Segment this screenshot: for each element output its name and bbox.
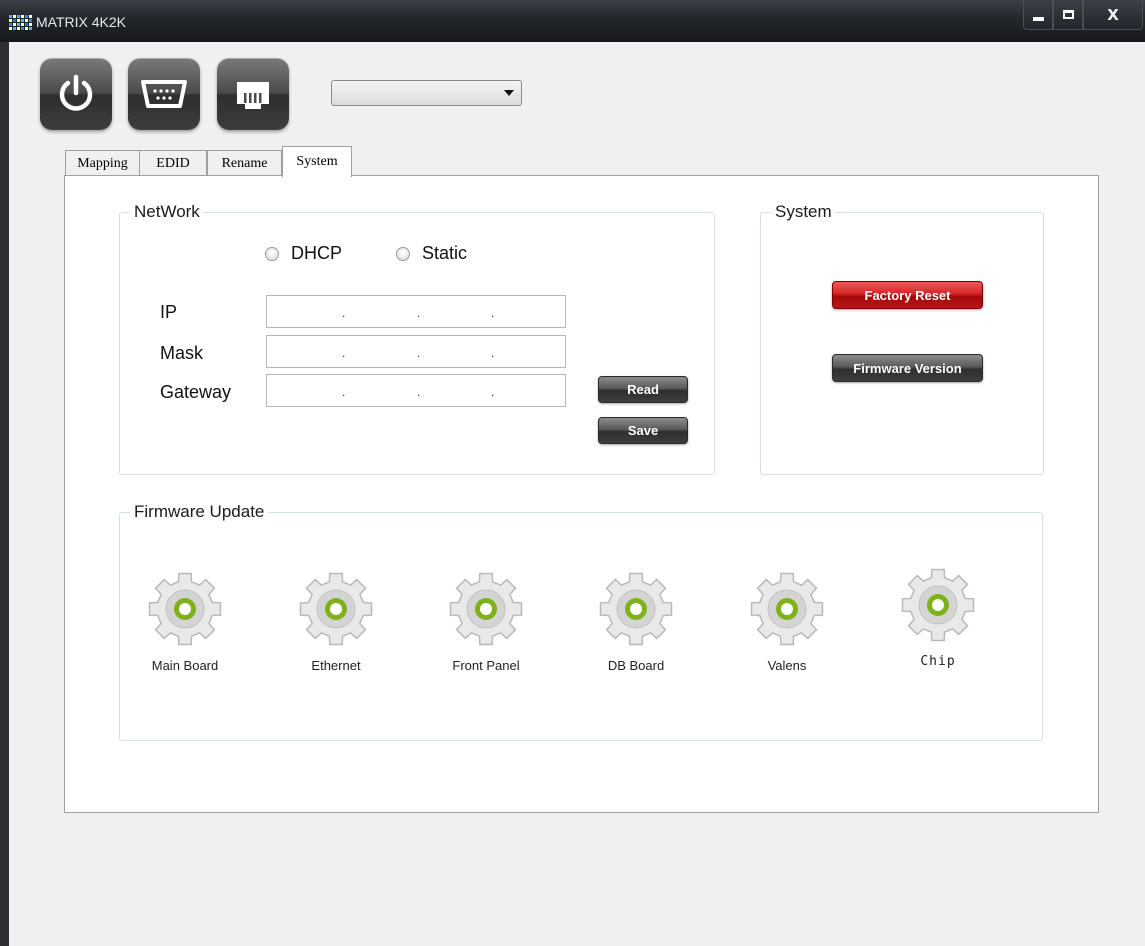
system-tab-panel: NetWork DHCP Static IP . . . Mask . . . — [64, 175, 1099, 813]
gear-icon — [449, 572, 523, 646]
static-radio-option[interactable]: Static — [396, 243, 467, 264]
power-button[interactable] — [40, 58, 112, 130]
tab-mapping[interactable]: Mapping — [65, 150, 140, 176]
firmware-item-label: DB Board — [607, 658, 665, 673]
gateway-label: Gateway — [160, 382, 232, 402]
ip-label: IP — [160, 302, 178, 322]
firmware-item-label: Ethernet — [311, 658, 361, 673]
gear-icon — [901, 568, 975, 642]
save-button[interactable]: Save — [598, 417, 688, 444]
close-button[interactable]: X — [1083, 0, 1143, 30]
gear-icon — [599, 572, 673, 646]
system-group-title: System — [771, 202, 836, 222]
dhcp-label: DHCP — [291, 243, 343, 263]
gear-icon — [299, 572, 373, 646]
maximize-button[interactable] — [1053, 0, 1083, 30]
dhcp-radio[interactable] — [265, 246, 279, 261]
firmware-item-label: Main Board — [151, 658, 219, 673]
ethernet-port-icon — [237, 82, 269, 109]
firmware-item-main-board[interactable]: Main Board — [130, 570, 240, 673]
firmware-item-valens[interactable]: Valens — [732, 570, 842, 673]
firmware-item-label: Chip — [920, 654, 956, 669]
maximize-icon — [1062, 10, 1074, 19]
window-controls: X — [1023, 0, 1143, 30]
minimize-button[interactable] — [1023, 0, 1053, 30]
network-group-title: NetWork — [130, 202, 204, 222]
static-radio[interactable] — [396, 246, 410, 261]
mask-input[interactable]: . . . — [266, 335, 566, 368]
title-bar: MATRIX 4K2K X — [0, 0, 1145, 42]
firmware-item-label: Front Panel — [452, 658, 520, 673]
mask-label: Mask — [160, 343, 204, 363]
serial-port-icon — [141, 80, 187, 108]
firmware-item-label: Valens — [767, 658, 807, 673]
client-area: Mapping EDID Rename System NetWork DHCP … — [9, 42, 1145, 946]
firmware-item-front-panel[interactable]: Front Panel — [431, 570, 541, 673]
static-label: Static — [422, 243, 468, 263]
firmware-item-ethernet[interactable]: Ethernet — [281, 570, 391, 673]
ip-input[interactable]: . . . — [266, 295, 566, 328]
window-left-border — [0, 42, 9, 946]
gear-icon — [148, 572, 222, 646]
gear-icon — [750, 572, 824, 646]
firmware-item-db-board[interactable]: DB Board — [581, 570, 691, 673]
dhcp-radio-option[interactable]: DHCP — [265, 243, 342, 264]
firmware-item-chip[interactable]: Chip — [883, 566, 993, 669]
tab-system[interactable]: System — [282, 146, 352, 177]
system-group: System Factory Reset Firmware Version — [760, 202, 1044, 475]
power-icon — [59, 74, 93, 111]
network-group: NetWork DHCP Static IP . . . Mask . . . — [119, 202, 715, 475]
tab-rename[interactable]: Rename — [207, 150, 282, 176]
chevron-down-icon — [504, 90, 514, 96]
firmware-update-title: Firmware Update — [130, 502, 269, 522]
gateway-input[interactable]: . . . — [266, 374, 566, 407]
minimize-icon — [1032, 16, 1044, 21]
read-button[interactable]: Read — [598, 376, 688, 403]
window-title: MATRIX 4K2K — [36, 14, 126, 30]
firmware-version-button[interactable]: Firmware Version — [832, 354, 983, 382]
factory-reset-button[interactable]: Factory Reset — [832, 281, 983, 309]
app-icon — [8, 14, 32, 32]
device-select-dropdown[interactable] — [331, 80, 522, 106]
ethernet-port-button[interactable] — [217, 58, 289, 130]
serial-port-button[interactable] — [128, 58, 200, 130]
tab-edid[interactable]: EDID — [139, 150, 207, 176]
